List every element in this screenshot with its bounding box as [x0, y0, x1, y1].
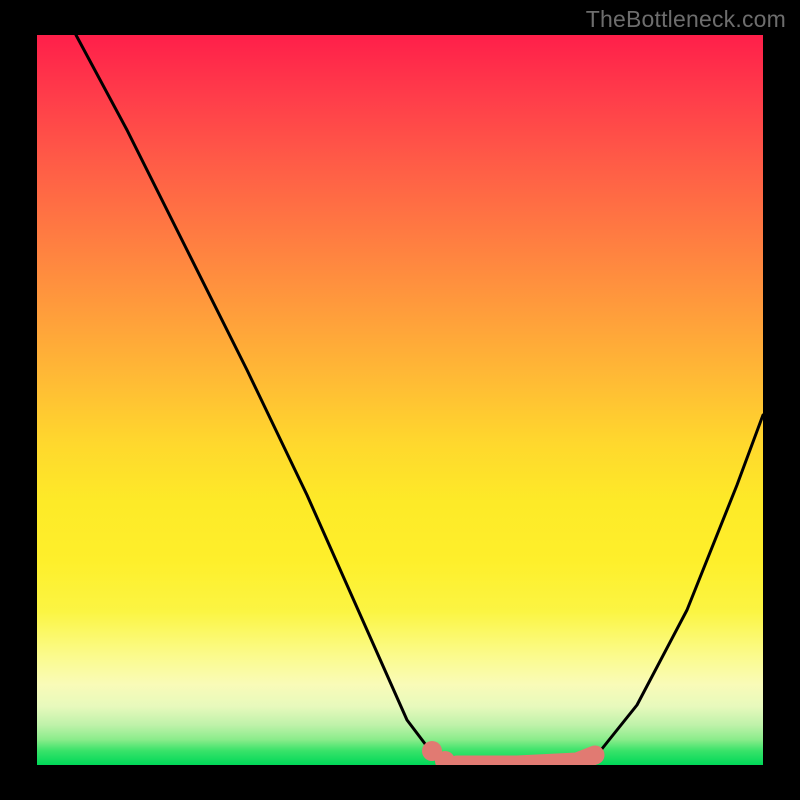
overlay-layer — [422, 741, 595, 765]
chart-frame: TheBottleneck.com — [0, 0, 800, 800]
curve-layer — [76, 35, 763, 765]
chart-svg — [37, 35, 763, 765]
bottleneck-curve — [76, 35, 763, 765]
highlight-path — [457, 755, 595, 765]
watermark-text: TheBottleneck.com — [586, 6, 786, 33]
plot-area — [37, 35, 763, 765]
